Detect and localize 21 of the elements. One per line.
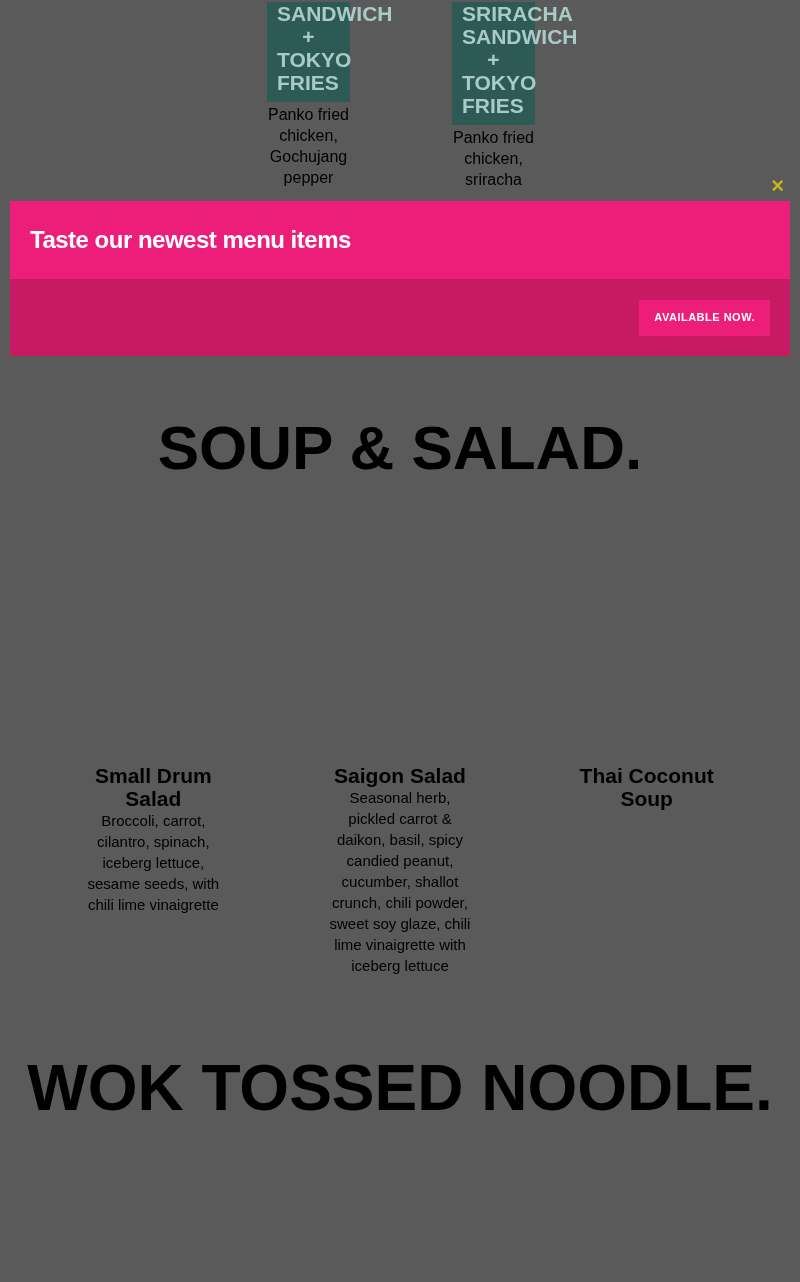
section-heading: WOK TOSSED NOODLE. (26, 1051, 774, 1126)
dish-description: Seasonal herb, pickled carrot & daikon, basil, spicy candied peanut, cucumber, shallot crunch, chili powder, sweet soy glaze, chili lime vinaigrette with iceberg lettuce (328, 788, 472, 976)
item-description: Panko fried chicken, sriracha (452, 128, 535, 190)
available-now-button[interactable]: AVAILABLE NOW. (639, 299, 770, 336)
dish-name: Thai Coconut Soup (578, 764, 715, 810)
tile-title: + (487, 48, 500, 71)
tile-title: TOKYO (277, 48, 352, 71)
tile-title: SANDWICH (277, 2, 393, 25)
tile-title: SANDWICH (462, 25, 578, 48)
tile-title: FRIES (277, 71, 339, 94)
modal-title: Taste our newest menu items (30, 225, 351, 255)
dish-name: Small Drum Salad (93, 764, 213, 810)
item-description: Panko fried chicken, Gochujang pepper (267, 105, 350, 188)
tile-title: FRIES (462, 94, 524, 117)
dish-name: Saigon Salad (333, 764, 467, 787)
dish-description: Broccoli, carrot, cilantro, spinach, iceberg lettuce, sesame seeds, with chili lime vinaigrette (86, 811, 221, 915)
tile-title: SRIRACHA (462, 2, 573, 25)
close-button[interactable]: × (771, 176, 784, 196)
tile-title: TOKYO (462, 71, 537, 94)
tile-title: + (302, 25, 315, 48)
section-heading: SOUP & SALAD. (156, 412, 644, 484)
